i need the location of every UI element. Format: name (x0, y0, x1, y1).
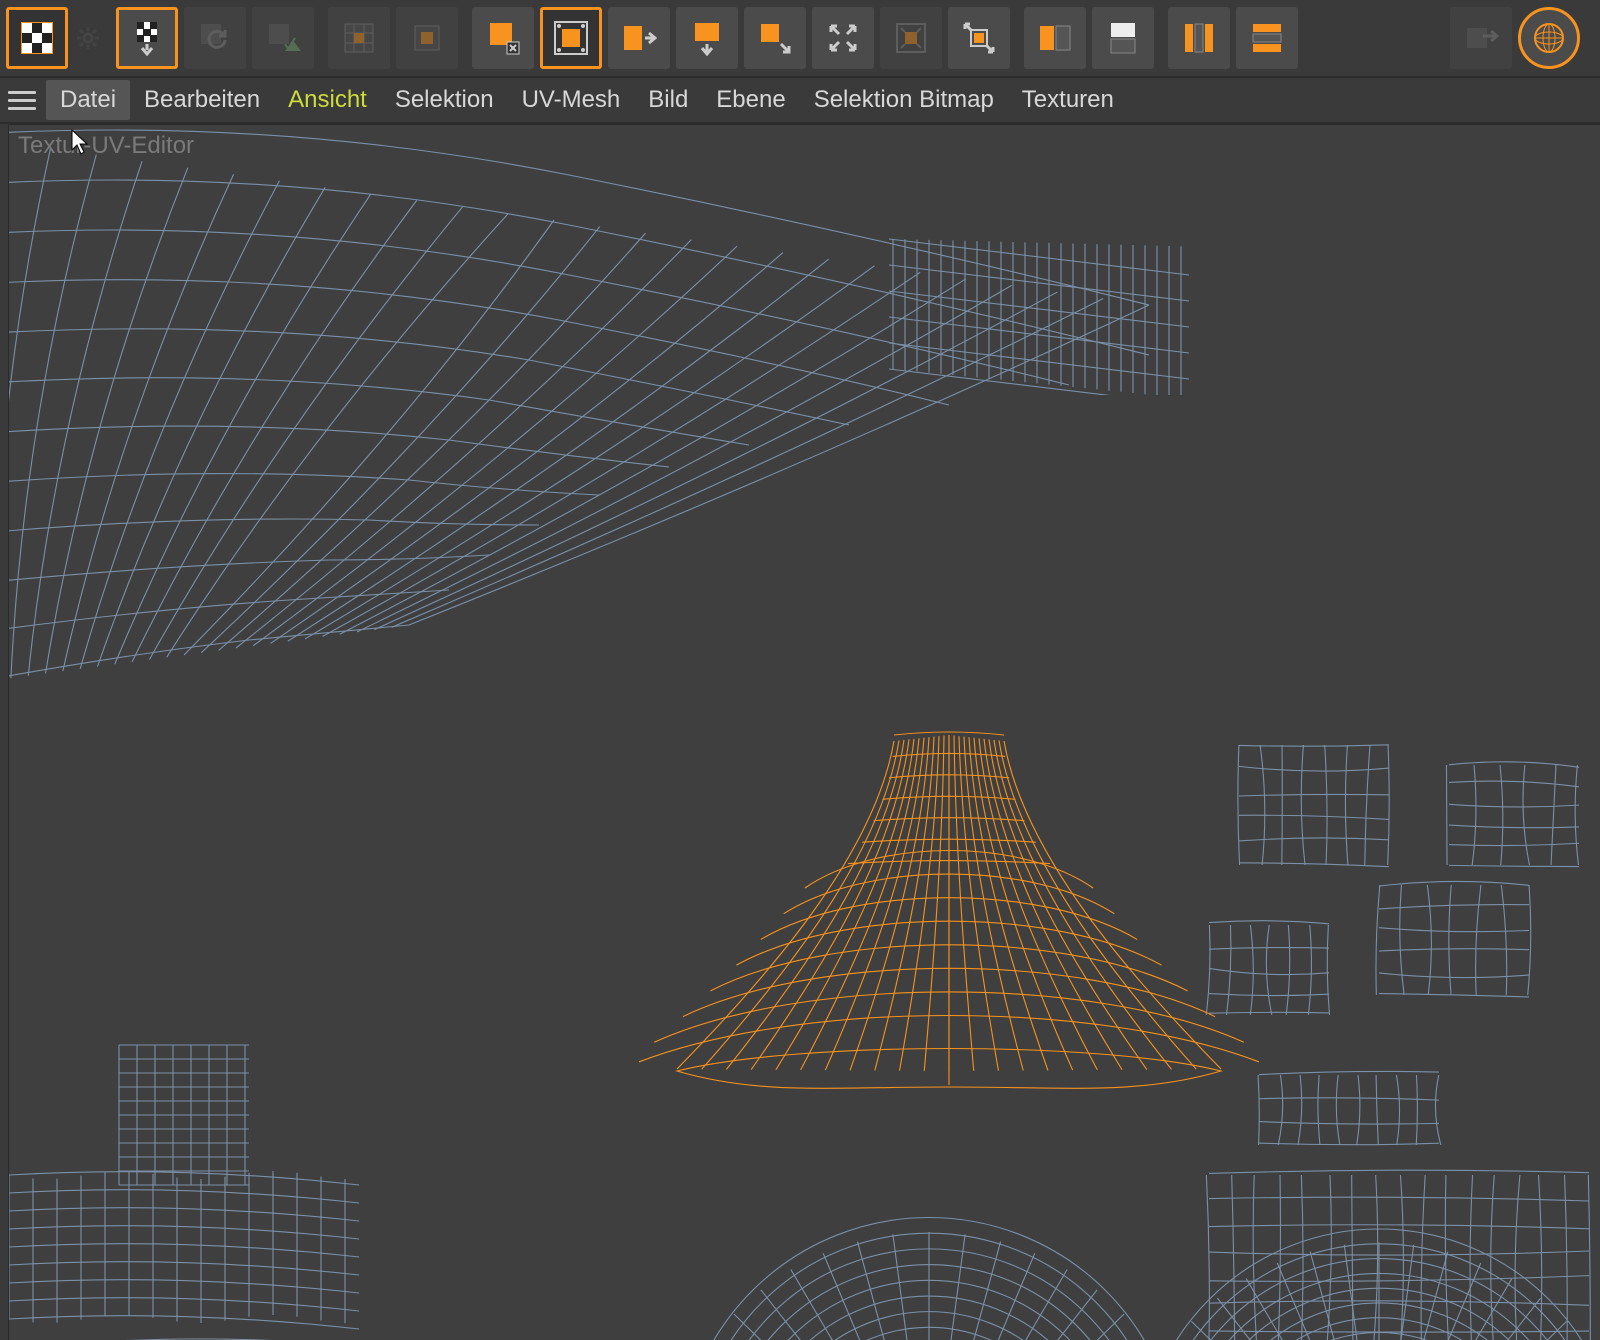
expand-down-icon (689, 20, 725, 56)
menu-uvmesh[interactable]: UV-Mesh (508, 80, 635, 120)
scale-diag-button[interactable] (948, 7, 1010, 69)
scale-uv-button[interactable] (744, 7, 806, 69)
scale-uv-icon (757, 20, 793, 56)
menu-selektion[interactable]: Selektion (381, 80, 508, 120)
dock-left-button[interactable] (1024, 7, 1086, 69)
uv-island-arm (8, 124, 1169, 795)
arrows-corners-button[interactable] (812, 7, 874, 69)
strip-v-icon (1181, 20, 1217, 56)
menu-ansicht[interactable]: Ansicht (274, 80, 381, 120)
export-button[interactable] (1450, 7, 1512, 69)
uv-sphere-button[interactable] (1518, 7, 1580, 69)
uv-island-patch (889, 235, 1209, 395)
reload-icon (197, 20, 233, 56)
uv-island-heel (49, 1335, 389, 1340)
menu-selektion-bitmap[interactable]: Selektion Bitmap (800, 80, 1008, 120)
strip-vertical-button[interactable] (1168, 7, 1230, 69)
tile-single-button[interactable] (396, 7, 458, 69)
settings-button[interactable] (74, 24, 102, 52)
menu-datei[interactable]: Datei (46, 80, 130, 120)
menu-bild[interactable]: Bild (634, 80, 702, 120)
viewport-label: Textur-UV-Editor (18, 132, 194, 160)
menu-ebene[interactable]: Ebene (702, 80, 799, 120)
gear-icon (76, 26, 100, 50)
recycle-button[interactable] (252, 7, 314, 69)
menu-bar: Datei Bearbeiten Ansicht Selektion UV-Me… (0, 78, 1600, 124)
uv-island-cross (8, 1025, 399, 1340)
expand-right-button[interactable] (608, 7, 670, 69)
checker-icon (19, 20, 55, 56)
fit-uv-button[interactable] (540, 7, 602, 69)
reload-button[interactable] (184, 7, 246, 69)
shrink-uv-icon (893, 20, 929, 56)
uv-texture-button[interactable] (6, 7, 68, 69)
uv-sphere-icon (1531, 20, 1567, 56)
expand-right-icon (621, 20, 657, 56)
dock-bottom-icon (1105, 20, 1141, 56)
expand-down-button[interactable] (676, 7, 738, 69)
hamburger-menu[interactable] (8, 86, 36, 114)
arrows-corners-icon (825, 20, 861, 56)
dock-left-icon (1037, 20, 1073, 56)
menu-bearbeiten[interactable]: Bearbeiten (130, 80, 274, 120)
strip-h-icon (1249, 20, 1285, 56)
checker-down-icon (129, 20, 165, 56)
top-toolbar (0, 0, 1600, 78)
menu-texturen[interactable]: Texturen (1008, 80, 1128, 120)
tile-grid-button[interactable] (328, 7, 390, 69)
delete-uv-button[interactable] (472, 7, 534, 69)
uv-island-arch-a (689, 1205, 1169, 1340)
tile-single-icon (409, 20, 445, 56)
tile-grid-icon (341, 20, 377, 56)
uv-island-selected (639, 715, 1259, 1135)
recycle-icon (265, 20, 301, 56)
scale-diag-icon (961, 20, 997, 56)
dock-bottom-button[interactable] (1092, 7, 1154, 69)
strip-horizontal-button[interactable] (1236, 7, 1298, 69)
uv-island-arch-b (1159, 1215, 1599, 1340)
fit-uv-icon (553, 20, 589, 56)
uv-viewport[interactable] (8, 124, 1600, 1340)
texture-down-button[interactable] (116, 7, 178, 69)
delete-uv-icon (485, 20, 521, 56)
export-icon (1463, 20, 1499, 56)
shrink-uv-button[interactable] (880, 7, 942, 69)
